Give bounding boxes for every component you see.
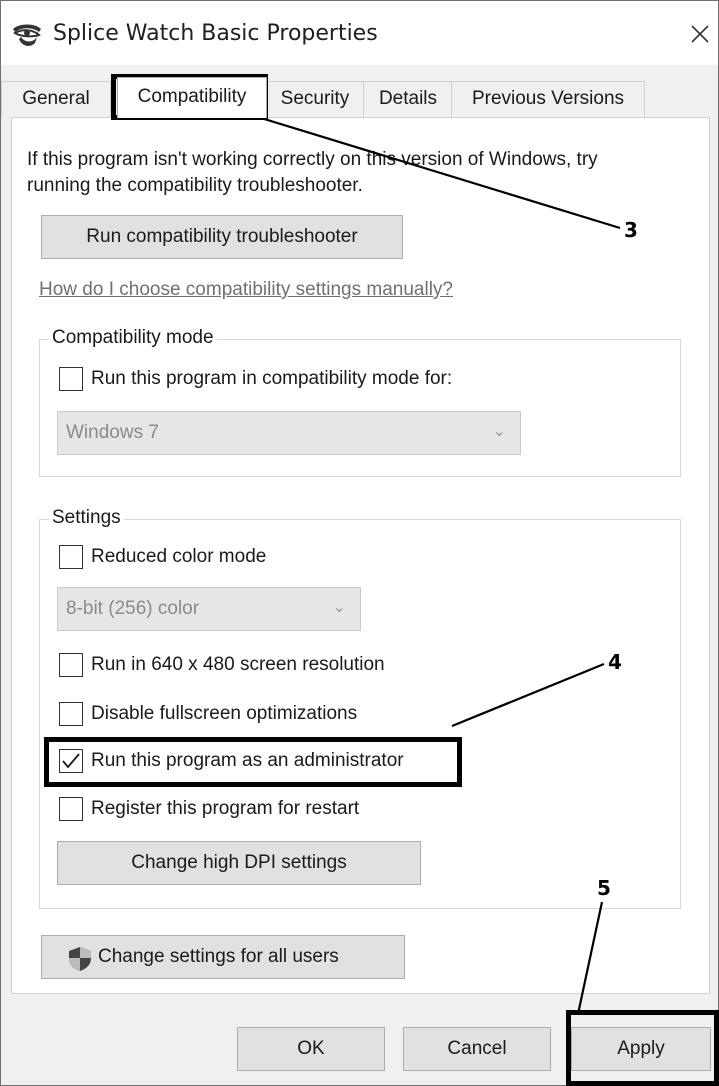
callout-4: 4 (608, 650, 622, 674)
callout-3: 3 (624, 218, 638, 242)
tab-compatibility[interactable]: Compatibility (117, 77, 267, 118)
callout-5: 5 (597, 876, 611, 900)
callout-lines (247, 112, 621, 1015)
